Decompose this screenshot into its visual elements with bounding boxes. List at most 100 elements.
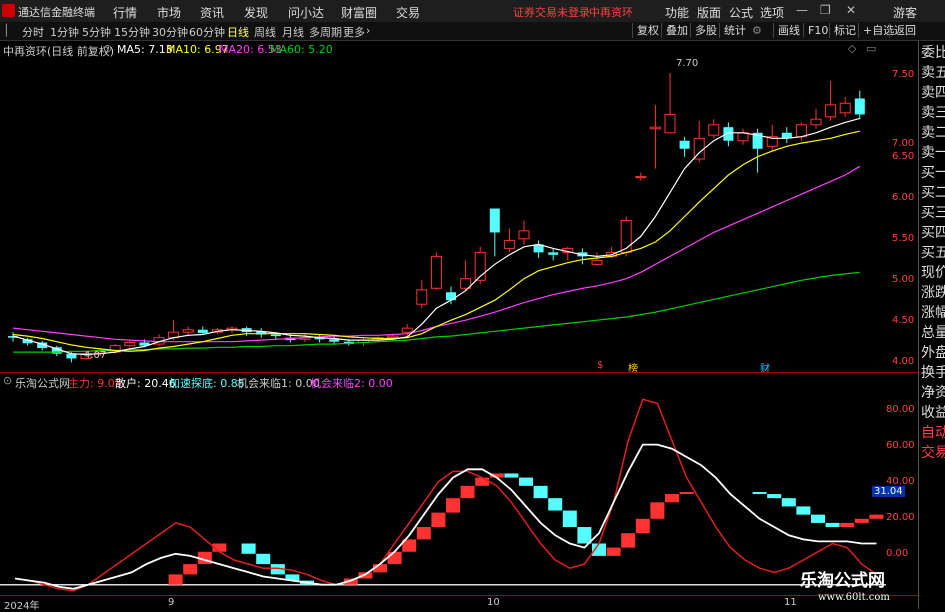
zhuli-bar xyxy=(519,477,533,486)
tool-tongji[interactable]: 统计 xyxy=(719,23,746,38)
time-tick: 11 xyxy=(784,597,797,608)
trade-label[interactable]: 交易 xyxy=(921,443,945,463)
zhuli-bar xyxy=(635,518,650,534)
ma10-line xyxy=(12,130,860,352)
zhuli-bar xyxy=(811,514,825,523)
price-tick: 6.00 xyxy=(892,192,915,203)
candle-body xyxy=(839,102,851,114)
tool-fanhui[interactable]: 返回 xyxy=(889,23,916,38)
zhuli-bar xyxy=(460,485,475,499)
guest-label[interactable]: 游客 xyxy=(893,4,917,21)
tool-duogu[interactable]: 多股 xyxy=(690,23,717,38)
zhuli-bar xyxy=(387,551,402,565)
menu-wenxiaoda[interactable]: 问小达 xyxy=(288,4,324,21)
menu-gongshi[interactable]: 公式 xyxy=(729,4,753,21)
price-tick: 4.50 xyxy=(892,315,915,326)
zhuli-bar xyxy=(183,564,198,575)
zhuli-bar xyxy=(796,506,811,515)
zhuli-bar xyxy=(475,477,490,486)
tool-biaoji[interactable]: 标记 xyxy=(829,23,856,38)
minimize-icon[interactable]: — xyxy=(796,3,808,17)
tool-huaxian[interactable]: 画线 xyxy=(773,23,800,38)
indicator-tick: 60.00 xyxy=(886,440,915,451)
candle-body xyxy=(416,289,428,305)
sanhu-line xyxy=(14,398,877,592)
zhuli-bar xyxy=(869,514,884,519)
indicator-chart[interactable] xyxy=(0,389,886,595)
trend-line xyxy=(14,443,877,590)
tool-diejia[interactable]: 叠加 xyxy=(661,23,688,38)
turnover-label: 换手 xyxy=(921,365,945,381)
settings-small-icon[interactable]: ⊙ xyxy=(103,42,112,55)
price-tick: 5.00 xyxy=(892,274,915,285)
restore-icon[interactable]: ❐ xyxy=(820,3,831,17)
zhuli-bar xyxy=(562,510,577,528)
diamond-icon[interactable]: ◇ xyxy=(848,42,856,55)
close-icon[interactable]: ✕ xyxy=(846,3,856,17)
period-60min[interactable]: 60分钟 xyxy=(189,24,225,40)
candle-body xyxy=(708,124,720,136)
ma5-line xyxy=(12,117,860,356)
period-fenshi[interactable]: 分时 xyxy=(22,24,44,40)
sell5-label: 卖五 xyxy=(921,65,945,81)
watermark-url: www.60lt.com xyxy=(818,592,890,603)
sell1-label: 卖一 xyxy=(921,145,945,161)
zhuli-bar xyxy=(431,512,446,528)
event-mark-s[interactable]: $ xyxy=(597,360,603,371)
period-30min[interactable]: 30分钟 xyxy=(152,24,188,40)
time-tick: 10 xyxy=(487,597,500,608)
menu-hangqing[interactable]: 行情 xyxy=(113,4,137,21)
period-monthly[interactable]: 月线 xyxy=(282,24,304,40)
buy1-label: 买一 xyxy=(921,165,945,181)
candle-body xyxy=(548,252,559,255)
zhuli-bar xyxy=(168,574,183,585)
menu-banmian[interactable]: 版面 xyxy=(697,4,721,21)
candle-body xyxy=(387,335,399,339)
more-chevron-icon[interactable]: › xyxy=(366,24,370,37)
period-1min[interactable]: 1分钟 xyxy=(50,24,79,40)
period-15min[interactable]: 15分钟 xyxy=(114,24,150,40)
price-tick: 7.50 xyxy=(892,69,915,80)
menu-jiaoyi[interactable]: 交易 xyxy=(396,4,420,21)
app-logo-icon xyxy=(2,4,15,17)
login-warning[interactable]: 证券交易未登录 xyxy=(513,4,590,20)
candle-body xyxy=(825,104,837,118)
menu-caifuquan[interactable]: 财富圈 xyxy=(341,4,377,21)
zhuli-bar xyxy=(504,473,519,478)
menu-zixun[interactable]: 资讯 xyxy=(200,4,224,21)
zhuli-bar xyxy=(446,498,460,513)
period-more[interactable]: 更多 xyxy=(343,24,365,40)
menu-xuanxiang[interactable]: 选项 xyxy=(760,4,784,21)
tool-fuquan[interactable]: 复权 xyxy=(632,23,659,38)
candle-body xyxy=(182,329,194,333)
candle-body xyxy=(489,208,500,233)
settings-icon[interactable]: ⚙ xyxy=(748,23,762,38)
period-weekly[interactable]: 周线 xyxy=(254,24,276,40)
menu-gongneng[interactable]: 功能 xyxy=(665,4,689,21)
menu-faxian[interactable]: 发现 xyxy=(244,4,268,21)
candle-body xyxy=(795,124,807,138)
indicator-settings-icon[interactable]: ⊙ xyxy=(3,374,12,387)
tool-f10[interactable]: F10 xyxy=(803,23,828,38)
candle-body xyxy=(854,98,865,115)
collapse-icon[interactable]: ▏ xyxy=(6,24,14,37)
period-multi[interactable]: 多周期 xyxy=(309,24,342,40)
candle-body xyxy=(620,219,632,253)
price-tick: 7.00 xyxy=(892,138,915,149)
zhuli-bar xyxy=(416,527,431,540)
buy2-label: 买二 xyxy=(921,185,945,201)
time-tick: 9 xyxy=(168,597,175,608)
indicator-tick: 0.00 xyxy=(886,548,909,559)
auto-label[interactable]: 自动 xyxy=(921,423,945,443)
candle-body xyxy=(664,113,676,134)
candle-body xyxy=(635,176,647,179)
menu-shichang[interactable]: 市场 xyxy=(157,4,181,21)
indicator-info-line: ⊙ 乐淘公式网 主力: 9.03 散户: 20.46 加速探底: 0.85 机会… xyxy=(0,373,918,390)
time-tick: 2024年 xyxy=(4,601,40,612)
period-5min[interactable]: 5分钟 xyxy=(82,24,111,40)
candlestick-chart[interactable] xyxy=(0,57,890,372)
expand-icon[interactable]: ▭ xyxy=(866,42,876,55)
period-daily[interactable]: 日线 xyxy=(227,24,249,40)
candle-body xyxy=(446,292,456,301)
zhuli-bar xyxy=(840,522,855,528)
